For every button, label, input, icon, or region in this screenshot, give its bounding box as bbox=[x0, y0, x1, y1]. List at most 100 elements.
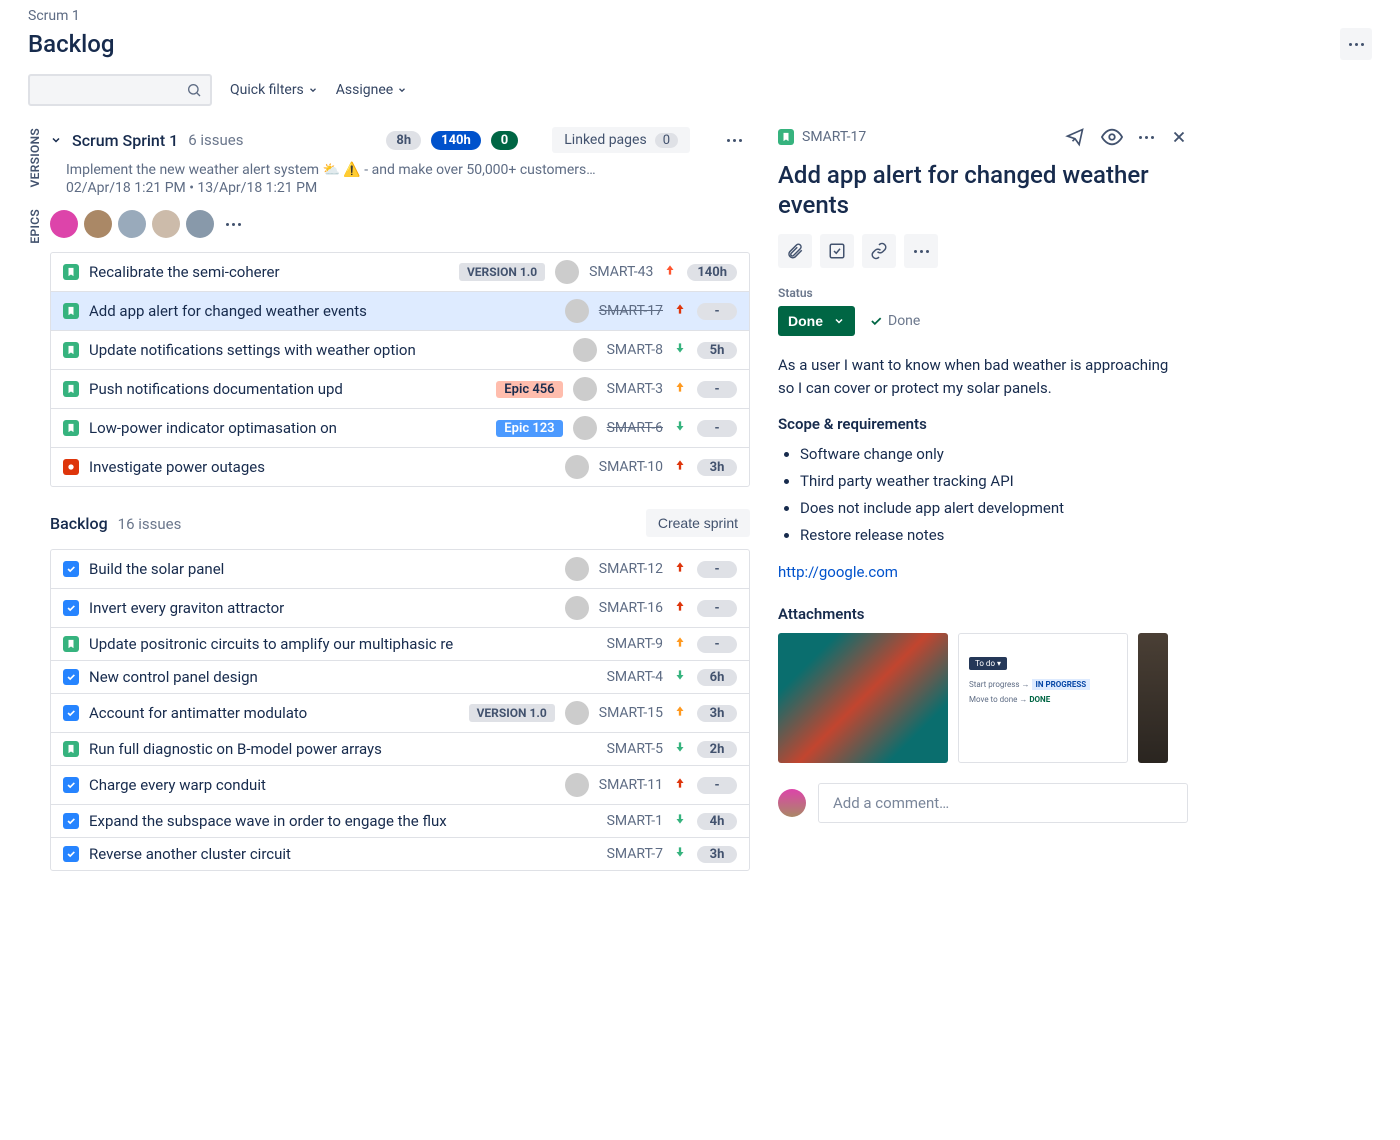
priority-icon bbox=[673, 740, 687, 758]
issue-row[interactable]: Expand the subspace wave in order to eng… bbox=[51, 805, 749, 838]
issue-row[interactable]: Invert every graviton attractorSMART-16- bbox=[51, 589, 749, 628]
linked-pages-count: 0 bbox=[655, 133, 678, 148]
watch-icon[interactable] bbox=[1101, 126, 1123, 148]
avatar[interactable] bbox=[84, 210, 112, 238]
issue-key[interactable]: SMART-4 bbox=[607, 669, 663, 685]
issue-key[interactable]: SMART-9 bbox=[607, 636, 663, 652]
issue-row[interactable]: Charge every warp conduitSMART-11- bbox=[51, 766, 749, 805]
issue-row[interactable]: Reverse another cluster circuitSMART-73h bbox=[51, 838, 749, 870]
priority-icon bbox=[673, 560, 687, 578]
issue-key[interactable]: SMART-1 bbox=[607, 813, 663, 829]
issue-title: New control panel design bbox=[89, 668, 597, 686]
attachment-thumb[interactable]: To do ▾ Start progress → IN PROGRESS Mov… bbox=[958, 633, 1128, 763]
issue-row[interactable]: Run full diagnostic on B-model power arr… bbox=[51, 733, 749, 766]
breadcrumb[interactable]: Scrum 1 bbox=[28, 8, 1372, 24]
quick-filters-button[interactable]: Quick filters bbox=[230, 82, 318, 98]
issue-title: Investigate power outages bbox=[89, 458, 555, 476]
assignee-filter-button[interactable]: Assignee bbox=[336, 82, 407, 98]
issue-key[interactable]: SMART-16 bbox=[599, 600, 663, 616]
attachment-thumb[interactable] bbox=[778, 633, 948, 763]
version-tag: VERSION 1.0 bbox=[459, 263, 545, 281]
issue-row[interactable]: Recalibrate the semi-cohererVERSION 1.0S… bbox=[51, 253, 749, 292]
issue-key[interactable]: SMART-17 bbox=[599, 303, 663, 319]
avatar[interactable] bbox=[186, 210, 214, 238]
feedback-icon[interactable] bbox=[1065, 127, 1085, 147]
avatar[interactable] bbox=[118, 210, 146, 238]
issue-row[interactable]: Investigate power outagesSMART-103h bbox=[51, 448, 749, 486]
assignee-avatar[interactable] bbox=[565, 455, 589, 479]
estimate-inprogress-pill: 140h bbox=[431, 131, 481, 150]
issue-key[interactable]: SMART-11 bbox=[599, 777, 663, 793]
issue-row[interactable]: Low-power indicator optimasation onEpic … bbox=[51, 409, 749, 448]
estimate-pill: - bbox=[697, 777, 737, 794]
assignee-avatar[interactable] bbox=[565, 773, 589, 797]
avatar[interactable] bbox=[50, 210, 78, 238]
sprint-name[interactable]: Scrum Sprint 1 bbox=[72, 131, 178, 150]
detail-issue-key[interactable]: SMART-17 bbox=[802, 129, 866, 145]
attach-button[interactable] bbox=[778, 234, 812, 268]
priority-icon bbox=[673, 668, 687, 686]
issue-row[interactable]: Update positronic circuits to amplify ou… bbox=[51, 628, 749, 661]
issue-row[interactable]: Add app alert for changed weather events… bbox=[51, 292, 749, 331]
avatar[interactable] bbox=[152, 210, 180, 238]
assignee-avatar[interactable] bbox=[573, 338, 597, 362]
link-button[interactable] bbox=[862, 234, 896, 268]
epic-tag[interactable]: Epic 123 bbox=[496, 420, 562, 437]
issue-row[interactable]: Account for antimatter modulatoVERSION 1… bbox=[51, 694, 749, 733]
detail-title[interactable]: Add app alert for changed weather events bbox=[778, 160, 1188, 220]
issue-title: Run full diagnostic on B-model power arr… bbox=[89, 740, 597, 758]
quick-filters-label: Quick filters bbox=[230, 82, 304, 98]
priority-icon bbox=[673, 599, 687, 617]
search-input[interactable] bbox=[28, 74, 212, 106]
linked-pages-button[interactable]: Linked pages 0 bbox=[552, 127, 690, 153]
status-dropdown[interactable]: Done bbox=[778, 306, 855, 336]
sprint-more-button[interactable] bbox=[718, 124, 750, 156]
assignee-avatar[interactable] bbox=[573, 377, 597, 401]
story-icon bbox=[63, 381, 79, 397]
assignee-avatar[interactable] bbox=[565, 557, 589, 581]
estimate-pill: - bbox=[697, 561, 737, 578]
detail-more-button[interactable] bbox=[1139, 136, 1154, 139]
issue-key[interactable]: SMART-6 bbox=[607, 420, 663, 436]
assignee-avatar[interactable] bbox=[555, 260, 579, 284]
add-child-button[interactable] bbox=[820, 234, 854, 268]
priority-icon bbox=[673, 845, 687, 863]
issue-row[interactable]: Push notifications documentation updEpic… bbox=[51, 370, 749, 409]
chevron-down-icon[interactable] bbox=[50, 134, 62, 146]
sprint-goal: Implement the new weather alert system ⛅… bbox=[66, 162, 750, 178]
page-more-button[interactable] bbox=[1340, 28, 1372, 60]
issue-title: Update positronic circuits to amplify ou… bbox=[89, 635, 597, 653]
close-icon[interactable] bbox=[1170, 128, 1188, 146]
issue-key[interactable]: SMART-12 bbox=[599, 561, 663, 577]
epic-tag[interactable]: Epic 456 bbox=[496, 381, 562, 398]
comment-input[interactable]: Add a comment… bbox=[818, 783, 1188, 823]
epics-tab[interactable]: EPICS bbox=[28, 209, 42, 244]
issue-key[interactable]: SMART-5 bbox=[607, 741, 663, 757]
issue-key[interactable]: SMART-8 bbox=[607, 342, 663, 358]
assignee-avatar[interactable] bbox=[565, 701, 589, 725]
issue-key[interactable]: SMART-3 bbox=[607, 381, 663, 397]
scope-item: Restore release notes bbox=[800, 522, 1188, 549]
issue-row[interactable]: Update notifications settings with weath… bbox=[51, 331, 749, 370]
priority-icon bbox=[673, 776, 687, 794]
versions-tab[interactable]: VERSIONS bbox=[28, 128, 42, 187]
issue-row[interactable]: New control panel designSMART-46h bbox=[51, 661, 749, 694]
assignee-avatar[interactable] bbox=[565, 299, 589, 323]
issue-key[interactable]: SMART-15 bbox=[599, 705, 663, 721]
assignee-avatar[interactable] bbox=[565, 596, 589, 620]
estimate-pill: 5h bbox=[697, 342, 737, 359]
issue-key[interactable]: SMART-10 bbox=[599, 459, 663, 475]
assignee-avatar[interactable] bbox=[573, 416, 597, 440]
create-sprint-button[interactable]: Create sprint bbox=[646, 509, 750, 537]
issue-row[interactable]: Build the solar panelSMART-12- bbox=[51, 550, 749, 589]
issue-key[interactable]: SMART-43 bbox=[589, 264, 653, 280]
issue-key[interactable]: SMART-7 bbox=[607, 846, 663, 862]
detail-description[interactable]: As a user I want to know when bad weathe… bbox=[778, 354, 1188, 399]
attachment-thumb[interactable] bbox=[1138, 633, 1168, 763]
more-assignees-button[interactable] bbox=[226, 223, 241, 226]
paperclip-icon bbox=[786, 242, 804, 260]
detail-actions-more[interactable] bbox=[904, 234, 938, 268]
bug-icon bbox=[63, 459, 79, 475]
chevron-down-icon bbox=[397, 85, 407, 95]
detail-link[interactable]: http://google.com bbox=[778, 563, 898, 581]
